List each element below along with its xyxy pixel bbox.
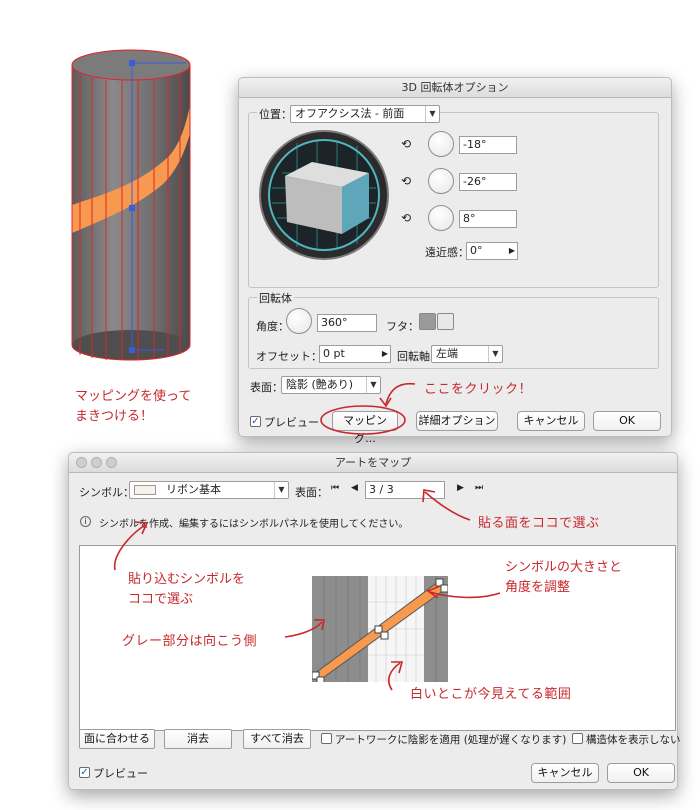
minimize-window-icon[interactable] — [91, 457, 102, 468]
y-axis-icon: ⟲ — [401, 174, 412, 188]
chevron-down-icon: ▼ — [425, 106, 439, 122]
close-window-icon[interactable] — [76, 457, 87, 468]
z-angle-dial[interactable] — [428, 205, 454, 231]
cap-off-button[interactable] — [437, 313, 454, 330]
perspective-label: 遠近感： — [425, 246, 469, 259]
revolve-angle-input[interactable]: 360° — [317, 314, 377, 332]
gray-area-note: グレー部分は向こう側 — [122, 634, 258, 649]
x-angle-dial[interactable] — [428, 131, 454, 157]
zoom-window-icon[interactable] — [106, 457, 117, 468]
z-angle-input[interactable]: 8° — [459, 210, 517, 228]
x-axis-icon: ⟲ — [401, 137, 412, 151]
clear-button[interactable]: 消去 — [164, 729, 232, 749]
perspective-input[interactable]: 0° ▶ — [466, 242, 518, 260]
surface-select-note: 貼る面をココで選ぶ — [478, 516, 600, 531]
cap-on-button[interactable] — [419, 313, 436, 330]
x-angle-input[interactable]: -18° — [459, 136, 517, 154]
dialog-title: 3D 回転体オプション — [239, 78, 671, 98]
click-here-note: ここをクリック！ — [424, 382, 533, 397]
cylinder-illustration — [71, 49, 191, 361]
click-highlight — [320, 382, 416, 435]
revolve-group-title: 回転体 — [257, 290, 294, 306]
triangle-right-icon[interactable]: ▶ — [382, 346, 388, 362]
surface-label: 表面： — [250, 381, 283, 394]
ok-button[interactable]: OK — [607, 763, 675, 783]
position-select[interactable]: オフアクシス法 - 前面 ▼ — [290, 105, 440, 123]
shade-artwork-label: アートワークに陰影を適用 (処理が遅くなります) — [335, 734, 567, 746]
preview-checkbox[interactable]: ✓ — [79, 767, 90, 778]
shade-artwork-checkbox[interactable] — [321, 733, 332, 744]
preview-label: プレビュー — [264, 416, 319, 429]
axis-select[interactable]: 左端 ▼ — [431, 345, 503, 363]
angle-label: 角度： — [256, 320, 289, 333]
revolve-angle-dial[interactable] — [286, 308, 312, 334]
chevron-down-icon: ▼ — [488, 346, 502, 362]
preview-checkbox[interactable]: ✓ — [250, 416, 261, 427]
cancel-button[interactable]: キャンセル — [517, 411, 585, 431]
offset-label: オフセット： — [256, 350, 322, 363]
triangle-right-icon[interactable]: ▶ — [509, 243, 515, 259]
invisible-geometry-label: 構造体を表示しない — [586, 734, 681, 746]
symbol-select-note: 貼り込むシンボルを ココで選ぶ — [128, 572, 246, 607]
white-area-note: 白いとこが今見えてる範囲 — [410, 687, 572, 702]
symbol-size-note: シンボルの大きさと 角度を調整 — [505, 560, 623, 595]
clear-all-button[interactable]: すべて消去 — [243, 729, 311, 749]
z-axis-icon: ⟲ — [401, 211, 412, 225]
position-label: 位置： — [257, 106, 294, 122]
offset-input[interactable]: 0 pt ▶ — [319, 345, 391, 363]
invisible-geometry-checkbox[interactable] — [572, 733, 583, 744]
ok-button[interactable]: OK — [593, 411, 661, 431]
y-angle-dial[interactable] — [428, 168, 454, 194]
preview-label: プレビュー — [93, 767, 148, 780]
fit-to-panel-button[interactable]: 面に合わせる — [79, 729, 155, 749]
cap-label: フタ： — [386, 320, 419, 333]
y-angle-input[interactable]: -26° — [459, 173, 517, 191]
mapping-note: マッピングを使って まきつける！ — [75, 389, 192, 424]
track-cube-widget[interactable] — [257, 128, 391, 262]
cancel-button[interactable]: キャンセル — [531, 763, 599, 783]
axis-label: 回転軸 — [397, 350, 430, 363]
